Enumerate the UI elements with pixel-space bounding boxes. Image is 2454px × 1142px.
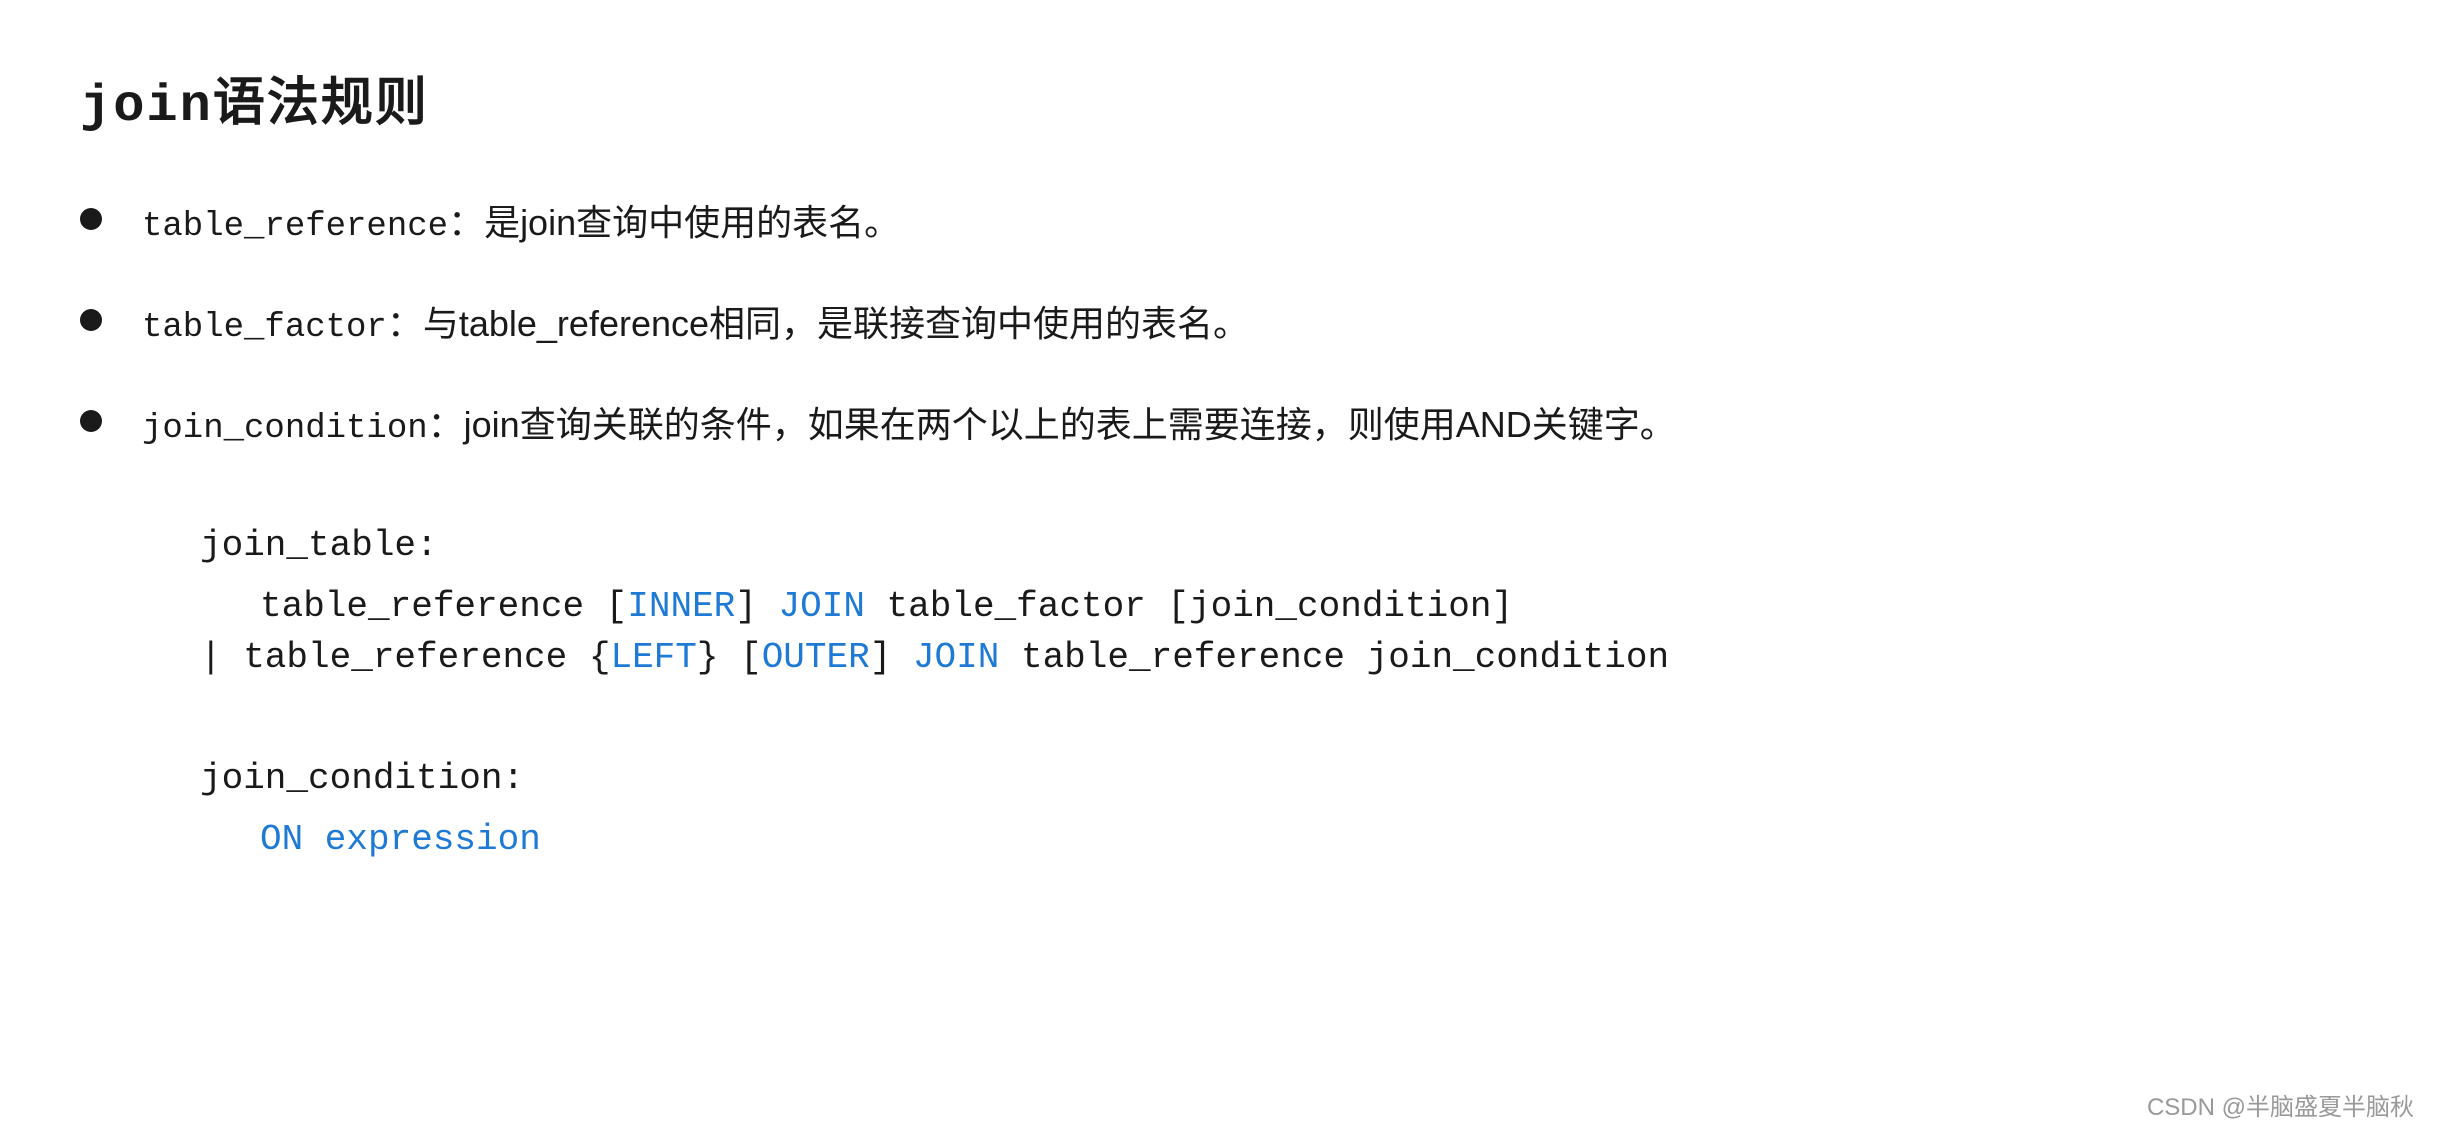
bullet-text: join_condition：join查询关联的条件，如果在两个以上的表上需要连…	[142, 398, 1676, 455]
bullet-description: ：与table_reference相同，是联接查询中使用的表名。	[387, 303, 1249, 344]
grammar-label: join_table:	[200, 525, 2374, 566]
title-code-part: join	[80, 77, 213, 136]
bullet-dot	[80, 410, 102, 432]
grammar-block-join-table: join_table: table_reference [INNER] JOIN…	[200, 525, 2374, 678]
grammar-line: | table_reference {LEFT} [OUTER] JOIN ta…	[200, 637, 2374, 678]
list-item: table_reference：是join查询中使用的表名。	[80, 196, 2374, 253]
grammar-label: join_condition:	[200, 758, 2374, 799]
keyword-left: LEFT	[610, 637, 696, 678]
grammar-line: table_reference [INNER] JOIN table_facto…	[200, 586, 2374, 627]
bullet-description: ：是join查询中使用的表名。	[448, 202, 900, 243]
bullet-text: table_reference：是join查询中使用的表名。	[142, 196, 900, 253]
bullet-code: table_reference	[142, 208, 448, 246]
grammar-block-join-condition: join_condition: ON expression	[200, 758, 2374, 860]
keyword-outer: OUTER	[762, 637, 870, 678]
keyword-join-1: JOIN	[779, 586, 865, 627]
grammar-line: ON expression	[200, 819, 2374, 860]
bullet-description: ：join查询关联的条件，如果在两个以上的表上需要连接，则使用AND关键字。	[428, 404, 1676, 445]
watermark: CSDN @半脑盛夏半脑秋	[2147, 1087, 2414, 1122]
keyword-inner: INNER	[627, 586, 735, 627]
bullet-text: table_factor：与table_reference相同，是联接查询中使用…	[142, 297, 1249, 354]
bullet-dot	[80, 309, 102, 331]
bullet-dot	[80, 208, 102, 230]
bullet-code: table_factor	[142, 309, 387, 347]
list-item: join_condition：join查询关联的条件，如果在两个以上的表上需要连…	[80, 398, 2374, 455]
title-text-part: 语法规则	[213, 74, 429, 132]
bullet-list: table_reference：是join查询中使用的表名。 table_fac…	[80, 196, 2374, 455]
list-item: table_factor：与table_reference相同，是联接查询中使用…	[80, 297, 2374, 354]
page-title: join语法规则	[80, 60, 2374, 136]
keyword-join-2: JOIN	[913, 637, 999, 678]
keyword-on-expression: ON expression	[260, 819, 541, 860]
bullet-code: join_condition	[142, 410, 428, 448]
